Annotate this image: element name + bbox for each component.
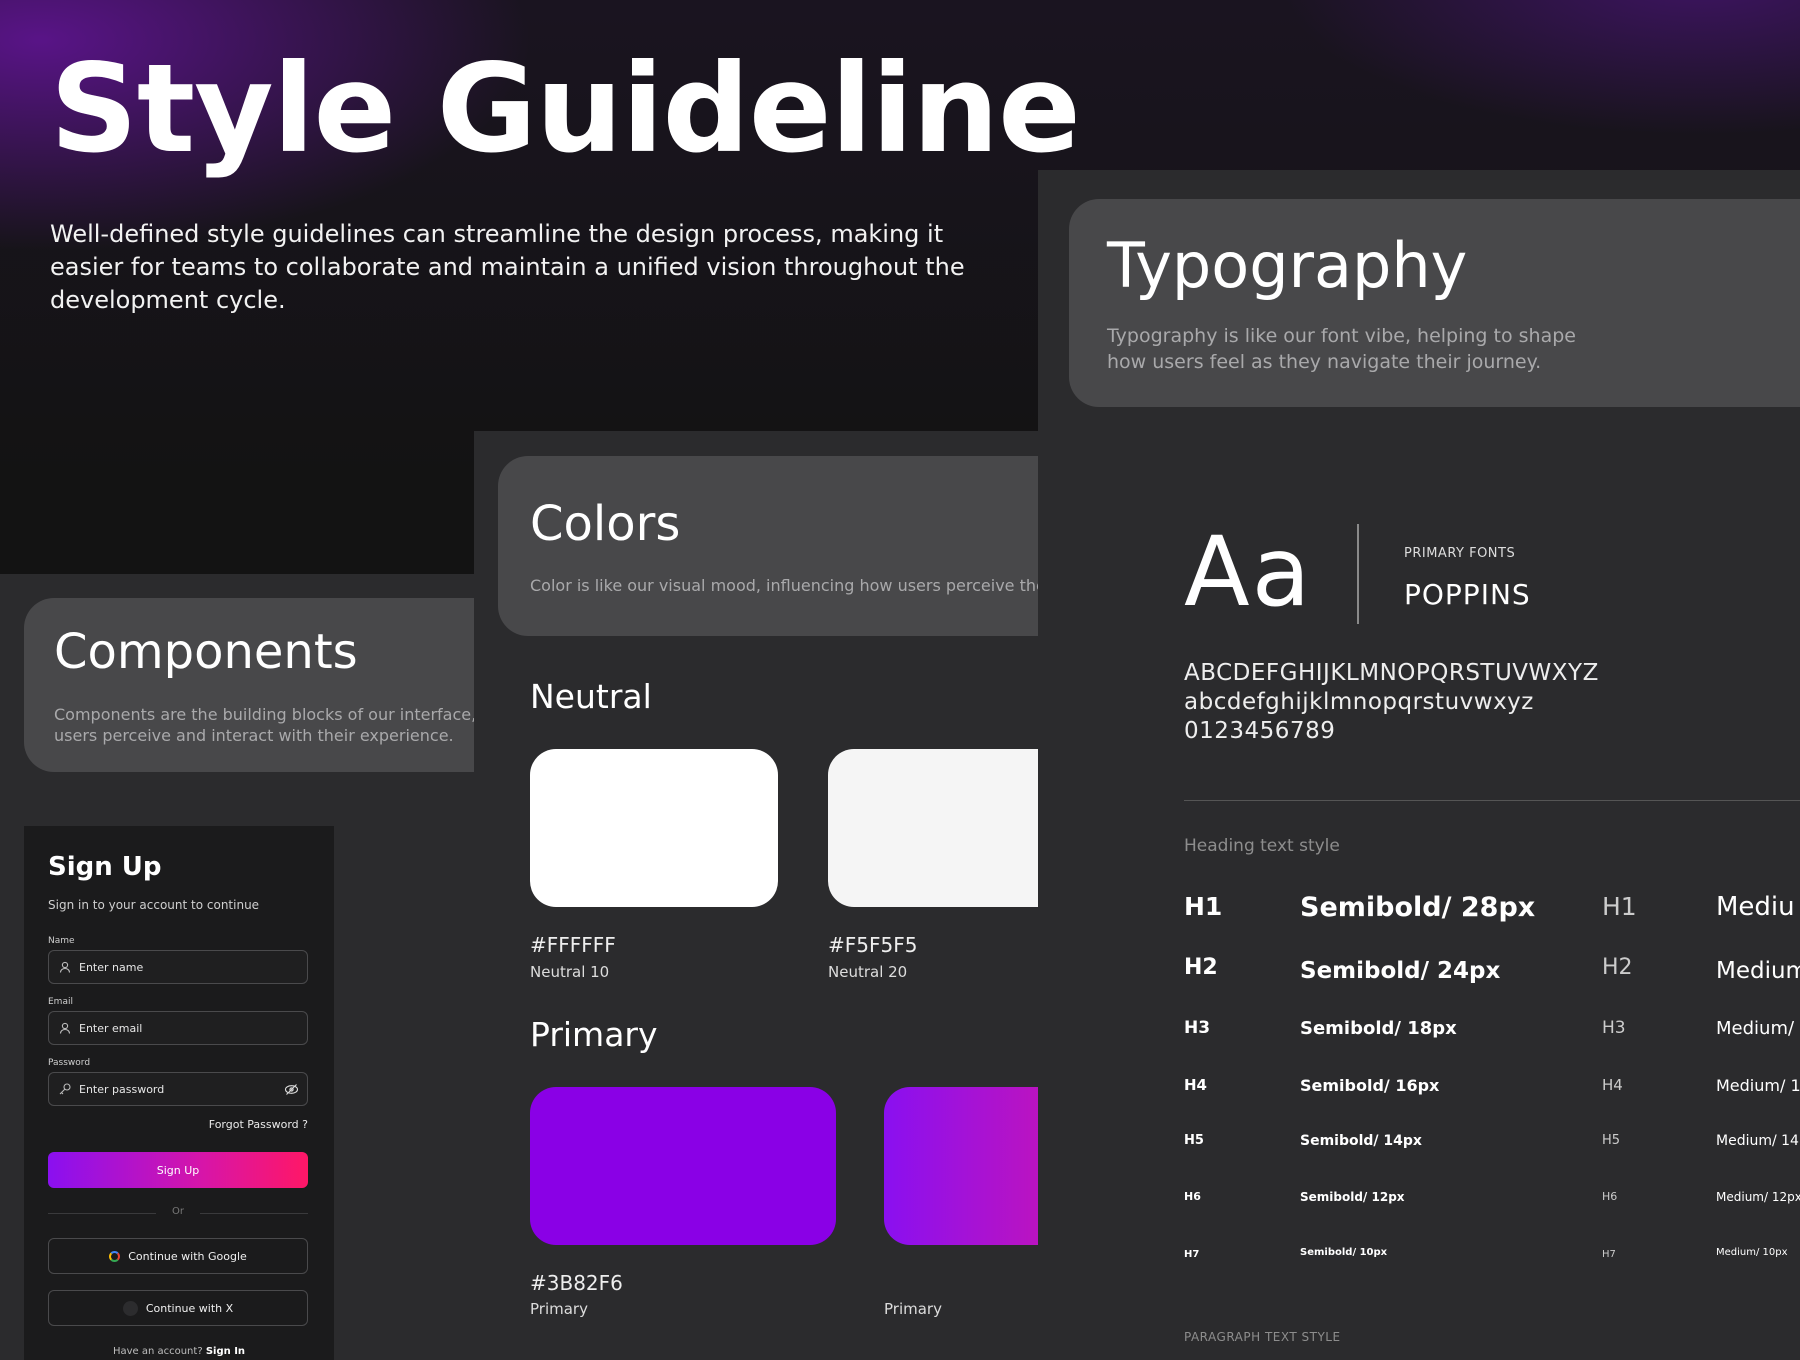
password-field[interactable]: Enter password xyxy=(48,1072,308,1106)
eye-off-icon[interactable] xyxy=(284,1082,299,1097)
colors-header-card: Colors Color is like our visual mood, in… xyxy=(498,456,1038,636)
email-label: Email xyxy=(48,997,73,1007)
heading-tag: H2 xyxy=(1602,955,1633,980)
heading-medium-spec: Medium/ 16 xyxy=(1716,1076,1800,1095)
google-button-label: Continue with Google xyxy=(128,1249,247,1263)
color-name: Primary xyxy=(530,1300,588,1318)
heading-tag: H4 xyxy=(1602,1076,1623,1094)
digits: 0123456789 xyxy=(1184,718,1336,744)
signup-title: Sign Up xyxy=(48,852,162,882)
name-placeholder: Enter name xyxy=(79,961,144,974)
neutral-heading: Neutral xyxy=(530,677,652,716)
key-icon xyxy=(59,1083,71,1095)
primary-heading: Primary xyxy=(530,1015,658,1054)
heading-medium-spec: Medium/ xyxy=(1716,1018,1795,1039)
heading-medium-spec: Medium/ 10px xyxy=(1716,1247,1788,1258)
components-header-card: Components Components are the building b… xyxy=(24,598,475,772)
google-icon xyxy=(109,1250,121,1262)
typography-description: Typography is like our font vibe, helpin… xyxy=(1107,325,1576,373)
signup-subtitle: Sign in to your account to continue xyxy=(48,898,260,912)
heading-tag: H6 xyxy=(1602,1190,1618,1203)
user-icon xyxy=(59,1022,71,1034)
heading-tag: H7 xyxy=(1602,1249,1616,1260)
color-swatch-neutral-20 xyxy=(828,749,1038,907)
heading-semibold-spec: Semibold/ 28px xyxy=(1300,892,1536,923)
or-text: Or xyxy=(172,1206,184,1217)
heading-semibold-spec: Semibold/ 18px xyxy=(1300,1018,1457,1039)
heading-medium-spec: Medium/ 12px xyxy=(1716,1190,1800,1204)
lowercase-alphabet: abcdefghijklmnopqrstuvwxyz xyxy=(1184,689,1534,715)
color-swatch-neutral-10 xyxy=(530,749,778,907)
section-divider xyxy=(1184,800,1800,801)
heading-tag: H1 xyxy=(1184,892,1223,921)
heading-semibold-spec: Semibold/ 14px xyxy=(1300,1133,1422,1149)
heading-semibold-spec: Semibold/ 24px xyxy=(1300,958,1501,984)
page-title: Style Guideline xyxy=(50,38,1081,180)
heading-medium-spec: Medium xyxy=(1716,958,1800,984)
heading-style-label: Heading text style xyxy=(1184,836,1340,856)
components-description: Components are the building blocks of ou… xyxy=(54,704,475,746)
colors-title: Colors xyxy=(530,496,681,552)
components-title: Components xyxy=(54,624,358,680)
user-icon xyxy=(59,961,71,973)
heading-semibold-spec: Semibold/ 16px xyxy=(1300,1076,1440,1095)
have-account-text: Have an account? xyxy=(112,1346,203,1357)
colors-panel: Colors Color is like our visual mood, in… xyxy=(474,431,1038,1360)
typography-title: Typography xyxy=(1107,229,1468,302)
typography-header-card: Typography Typography is like our font v… xyxy=(1069,199,1800,407)
font-sample: Aa xyxy=(1184,516,1313,628)
have-account-row: Have an account? Sign In xyxy=(24,1346,334,1357)
heading-semibold-spec: Semibold/ 12px xyxy=(1300,1190,1405,1204)
name-field[interactable]: Enter name xyxy=(48,950,308,984)
divider-line xyxy=(200,1213,308,1214)
heading-tag: H1 xyxy=(1602,892,1637,921)
color-name: Primary xyxy=(884,1300,942,1318)
heading-tag: H5 xyxy=(1184,1133,1204,1148)
color-swatch-primary xyxy=(530,1087,836,1245)
heading-tag: H3 xyxy=(1184,1018,1211,1038)
x-logo-icon xyxy=(122,1300,138,1316)
heading-medium-spec: Medium/ 14p xyxy=(1716,1133,1800,1149)
heading-semibold-spec: Semibold/ 10px xyxy=(1300,1247,1388,1258)
heading-tag: H6 xyxy=(1184,1190,1201,1203)
sign-in-link[interactable]: Sign In xyxy=(206,1346,245,1357)
email-placeholder: Enter email xyxy=(79,1022,143,1035)
font-divider xyxy=(1357,524,1359,624)
uppercase-alphabet: ABCDEFGHIJKLMNOPQRSTUVWXYZ xyxy=(1184,660,1599,686)
name-label: Name xyxy=(48,936,75,946)
forgot-password-link[interactable]: Forgot Password ? xyxy=(209,1118,308,1131)
color-name: Neutral 10 xyxy=(530,963,610,981)
heading-tag: H7 xyxy=(1184,1249,1200,1260)
password-placeholder: Enter password xyxy=(79,1083,165,1096)
colors-description: Color is like our visual mood, influenci… xyxy=(530,576,1038,595)
primary-font-name: POPPINS xyxy=(1404,578,1531,611)
components-description-line: Components are the building blocks of ou… xyxy=(54,705,475,724)
heading-medium-spec: Mediu xyxy=(1716,892,1795,922)
heading-tag: H3 xyxy=(1602,1018,1626,1038)
typography-panel: Typography Typography is like our font v… xyxy=(1038,170,1800,1360)
color-name: Neutral 20 xyxy=(828,963,908,981)
x-button-label: Continue with X xyxy=(145,1301,234,1315)
signup-button[interactable]: Sign Up xyxy=(48,1152,308,1188)
google-signin-button[interactable]: Continue with Google xyxy=(48,1238,308,1274)
signup-form: Sign Up Sign in to your account to conti… xyxy=(24,826,334,1360)
color-hex: #FFFFFF xyxy=(530,933,616,957)
color-hex: #3B82F6 xyxy=(530,1271,623,1295)
email-field[interactable]: Enter email xyxy=(48,1011,308,1045)
or-divider: Or xyxy=(48,1206,308,1220)
color-hex: #F5F5F5 xyxy=(828,933,918,957)
color-swatch-primary-gradient xyxy=(884,1087,1038,1245)
paragraph-style-label: PARAGRAPH TEXT STYLE xyxy=(1184,1330,1341,1344)
page-description: Well-defined style guidelines can stream… xyxy=(50,220,965,314)
heading-tag: H4 xyxy=(1184,1076,1207,1094)
password-label: Password xyxy=(48,1058,91,1068)
primary-fonts-label: PRIMARY FONTS xyxy=(1404,546,1516,561)
x-signin-button[interactable]: Continue with X xyxy=(48,1290,308,1326)
components-description-line: users perceive and interact with their e… xyxy=(54,726,454,745)
heading-tag: H5 xyxy=(1602,1133,1621,1148)
heading-tag: H2 xyxy=(1184,955,1218,980)
